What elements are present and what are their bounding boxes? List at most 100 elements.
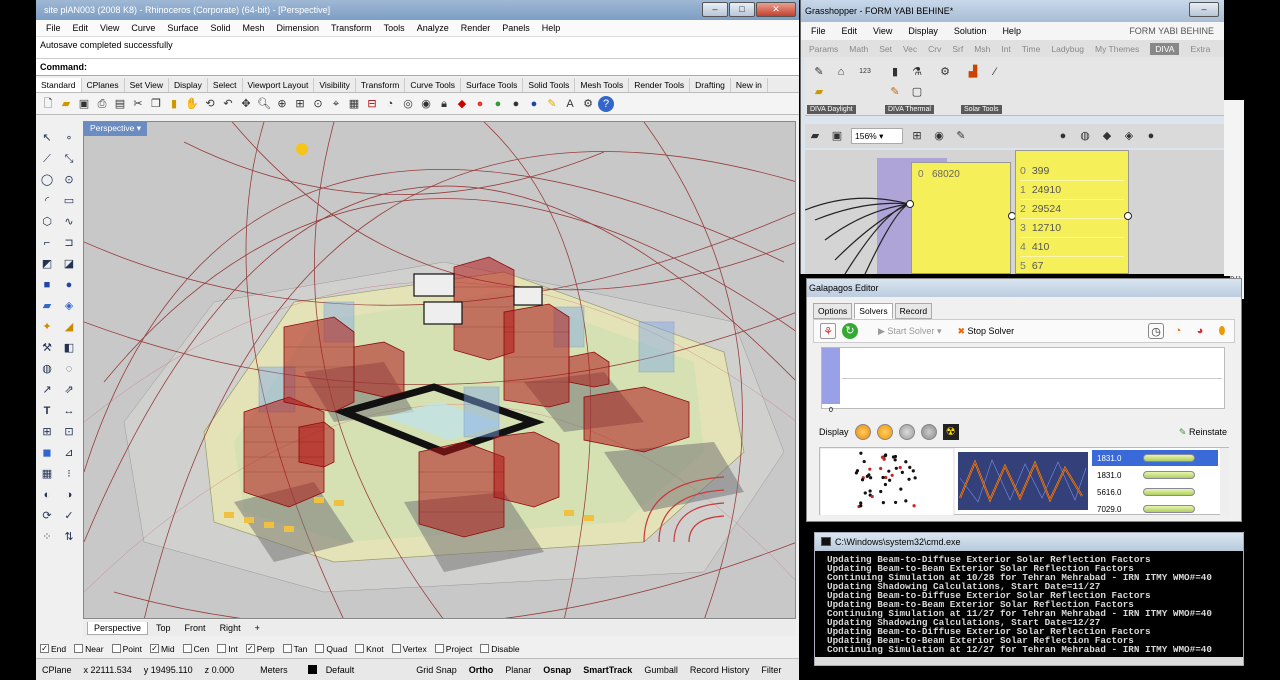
panel1-input-grip[interactable]	[906, 200, 914, 208]
tab-display[interactable]: Display	[169, 78, 208, 92]
gal-tab-solvers[interactable]: Solvers	[854, 303, 893, 319]
text-icon[interactable]: A	[562, 96, 578, 112]
tab-select[interactable]: Select	[208, 78, 243, 92]
clock-icon[interactable]: ◷	[1148, 323, 1164, 339]
planar-toggle[interactable]: Planar	[499, 665, 537, 675]
lock-tool-icon[interactable]: ◑	[61, 487, 77, 503]
gh-eye-icon[interactable]: ◉	[931, 128, 947, 144]
circle-icon[interactable]: ◯	[39, 172, 55, 188]
osnap-checkbox[interactable]	[315, 644, 325, 653]
rectangle-icon[interactable]: ▭	[61, 193, 77, 209]
osnap-checkbox[interactable]	[182, 644, 192, 653]
maximize-button[interactable]: □	[729, 2, 755, 17]
cmd-horizontal-scrollbar[interactable]	[815, 657, 1243, 665]
solution-row[interactable]: 7029.0	[1094, 501, 1218, 517]
light-icon[interactable]: ●	[508, 96, 524, 112]
options-icon[interactable]: ✎	[544, 96, 560, 112]
save-icon[interactable]: ▣	[76, 96, 92, 112]
ortho-toggle[interactable]: Ortho	[463, 665, 500, 675]
zoom-extents-icon[interactable]: ⊞	[292, 96, 308, 112]
box-icon[interactable]: ■	[39, 277, 55, 293]
copy-tool-icon[interactable]: ⇗	[61, 382, 77, 398]
analyze-icon[interactable]: ⊿	[61, 445, 77, 461]
gh-tab-time[interactable]: Time	[1022, 44, 1041, 54]
sphere-icon[interactable]: ●	[526, 96, 542, 112]
menu-analyze[interactable]: Analyze	[417, 23, 449, 33]
edit-points-icon[interactable]: ⁘	[39, 529, 55, 545]
panel2-output-grip[interactable]	[1124, 212, 1132, 220]
snap-icon[interactable]: ⊡	[61, 424, 77, 440]
print-icon[interactable]: ⎙	[94, 96, 110, 112]
tab-transform[interactable]: Transform	[356, 78, 406, 92]
curve-icon[interactable]: ∿	[61, 214, 77, 230]
menu-help[interactable]: Help	[542, 23, 561, 33]
tab-viewport-layout[interactable]: Viewport Layout	[243, 78, 315, 92]
tab-mesh-tools[interactable]: Mesh Tools	[575, 78, 630, 92]
display-mode-dark-icon[interactable]	[920, 424, 937, 440]
gal-tab-options[interactable]: Options	[813, 303, 853, 319]
gh-menu-edit[interactable]: Edit	[842, 26, 858, 36]
gh-tab-crv[interactable]: Crv	[928, 44, 941, 54]
display-mode-orange-icon[interactable]	[854, 424, 871, 440]
menu-surface[interactable]: Surface	[167, 23, 198, 33]
check-icon[interactable]: ✓	[61, 508, 77, 524]
egg-icon[interactable]: ⬮	[1214, 323, 1230, 339]
lock-icon[interactable]: 🔒︎	[436, 96, 452, 112]
gh-preview-mesh-icon[interactable]: ●	[1143, 128, 1159, 144]
mesh-icon[interactable]: ✦	[39, 319, 55, 335]
render-icon[interactable]: ●	[472, 96, 488, 112]
gh-menu-view[interactable]: View	[873, 26, 892, 36]
radiation-icon[interactable]: ☢	[942, 424, 959, 440]
osnap-int[interactable]: Int	[217, 644, 238, 654]
osnap-checkbox[interactable]: ✓	[40, 644, 49, 653]
tab-set-view[interactable]: Set View	[125, 78, 170, 92]
block-icon[interactable]: ⊞	[39, 424, 55, 440]
properties-icon[interactable]: ▤	[112, 96, 128, 112]
menu-solid[interactable]: Solid	[210, 23, 230, 33]
grid-icon[interactable]: ▦	[346, 96, 362, 112]
gh-sketch-icon[interactable]: ✎	[953, 128, 969, 144]
solution-row[interactable]: 1831.0	[1094, 450, 1218, 466]
offset-icon[interactable]: ⊐	[61, 235, 77, 251]
text-tool-icon[interactable]: T	[39, 403, 55, 419]
ungroup-icon[interactable]: ◌	[61, 361, 77, 377]
number-panel-1[interactable]: 0 68020	[911, 162, 1011, 274]
gh-tab-int[interactable]: Int	[1001, 44, 1010, 54]
show-icon[interactable]: ◉	[418, 96, 434, 112]
diva-metrics-icon[interactable]: 123	[857, 64, 873, 80]
gh-tab-vec[interactable]: Vec	[903, 44, 917, 54]
open-folder-icon[interactable]: ▰	[58, 96, 74, 112]
select-icon[interactable]: ⌖	[328, 96, 344, 112]
hatch-icon[interactable]: ⚙	[580, 96, 596, 112]
cut-icon[interactable]: ✂	[130, 96, 146, 112]
osnap-disable[interactable]: Disable	[480, 644, 520, 654]
tab-new-in[interactable]: New in	[731, 78, 768, 92]
surface-icon[interactable]: ◩	[39, 256, 55, 272]
number-panel-2[interactable]: 0 399 1 24910 2 29524 3 12710 4 410 5 67	[1015, 150, 1129, 274]
grasshopper-minimize-button[interactable]: –	[1189, 2, 1219, 17]
gh-preview-wire-icon[interactable]: ◍	[1077, 128, 1093, 144]
units-label[interactable]: Meters	[254, 665, 294, 675]
solution-row[interactable]: 5616.0	[1094, 484, 1218, 500]
solar-radiation-icon[interactable]: ▟	[965, 64, 981, 80]
hide-icon[interactable]: ◎	[400, 96, 416, 112]
osnap-vertex[interactable]: Vertex	[391, 644, 427, 654]
array-icon[interactable]: ⁝	[61, 466, 77, 482]
grid-tool-icon[interactable]: ▦	[39, 466, 55, 482]
timer-icon[interactable]: ◔	[1170, 323, 1186, 339]
command-line[interactable]: Command:	[36, 59, 799, 76]
osnap-toggle[interactable]: Osnap	[537, 665, 577, 675]
solid-sphere-icon[interactable]: ●	[61, 277, 77, 293]
gh-preview-shaded-icon[interactable]: ◆	[1099, 128, 1115, 144]
solar-path-icon[interactable]: ∕	[987, 64, 1003, 80]
tab-cplanes[interactable]: CPlanes	[82, 78, 125, 92]
move-tool-icon[interactable]: ↗	[39, 382, 55, 398]
viewport-label[interactable]: Perspective ▾	[84, 122, 148, 136]
gal-tab-record[interactable]: Record	[894, 303, 933, 319]
cube-icon[interactable]: ◼	[39, 445, 55, 461]
osnap-checkbox[interactable]	[391, 644, 401, 653]
pan-hand-icon[interactable]: ✋	[184, 96, 200, 112]
osnap-checkbox[interactable]	[282, 644, 292, 653]
join-icon[interactable]: ⚒	[39, 340, 55, 356]
tab-standard[interactable]: Standard	[36, 78, 82, 92]
